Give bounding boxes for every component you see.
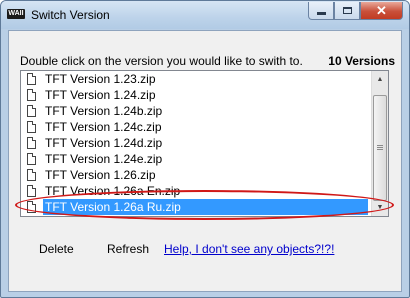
close-button[interactable]: ✕	[360, 2, 403, 20]
list-item-label: TFT Version 1.23.zip	[45, 72, 156, 86]
maximize-icon	[342, 7, 352, 14]
scroll-thumb[interactable]	[373, 95, 387, 201]
list-item-label: TFT Version 1.24.zip	[45, 88, 156, 102]
list-item-label: TFT Version 1.24d.zip	[45, 136, 163, 150]
dialog-body: Double click on the version you would li…	[8, 30, 402, 292]
list-item[interactable]: TFT Version 1.24b.zip	[22, 103, 371, 119]
file-icon	[27, 105, 36, 117]
file-icon	[27, 121, 36, 133]
title-bar[interactable]: WAII Switch Version ✕	[1, 1, 409, 29]
minimize-button[interactable]	[308, 2, 334, 20]
scroll-down-button[interactable]: ▼	[372, 199, 388, 216]
vertical-scrollbar[interactable]: ▲ ▼	[371, 71, 388, 216]
window-title: Switch Version	[31, 8, 110, 22]
list-item-label: TFT Version 1.24b.zip	[45, 104, 163, 118]
list-item[interactable]: TFT Version 1.23.zip	[22, 71, 371, 87]
file-icon	[27, 73, 36, 85]
maximize-button[interactable]	[334, 2, 360, 20]
app-icon: WAII	[7, 9, 25, 19]
help-link[interactable]: Help, I don't see any objects?!?!	[164, 242, 334, 256]
list-item[interactable]: TFT Version 1.26.zip	[22, 167, 371, 183]
file-icon	[27, 169, 36, 181]
list-item[interactable]: TFT Version 1.24e.zip	[22, 151, 371, 167]
instruction-text: Double click on the version you would li…	[20, 54, 303, 68]
list-item[interactable]: TFT Version 1.24.zip	[22, 87, 371, 103]
file-icon	[27, 185, 36, 197]
list-item-label: TFT Version 1.26.zip	[45, 168, 156, 182]
version-rows: TFT Version 1.23.zip TFT Version 1.24.zip…	[22, 71, 371, 215]
grip-line	[377, 147, 383, 148]
list-item-label: TFT Version 1.26a Ru.zip	[43, 199, 368, 215]
list-item[interactable]: TFT Version 1.24c.zip	[22, 119, 371, 135]
switch-version-window: WAII Switch Version ✕ Double click on th…	[0, 0, 410, 298]
app-icon-text: WAII	[8, 10, 24, 17]
list-item-label: TFT Version 1.26a En.zip	[45, 184, 181, 198]
caption-buttons: ✕	[308, 2, 403, 21]
file-icon	[27, 153, 36, 165]
file-icon	[27, 137, 36, 149]
list-item-label: TFT Version 1.24e.zip	[45, 152, 163, 166]
file-icon	[27, 201, 36, 213]
list-item[interactable]: TFT Version 1.26a Ru.zip	[22, 199, 371, 215]
close-icon: ✕	[376, 3, 387, 18]
scroll-up-button[interactable]: ▲	[372, 71, 388, 88]
minimize-icon	[316, 12, 326, 15]
version-list[interactable]: TFT Version 1.23.zip TFT Version 1.24.zip…	[20, 70, 389, 217]
version-count: 10 Versions	[328, 54, 395, 68]
grip-line	[377, 149, 383, 150]
file-icon	[27, 89, 36, 101]
list-item-label: TFT Version 1.24c.zip	[45, 120, 162, 134]
arrow-down-icon: ▼	[376, 204, 384, 211]
list-item[interactable]: TFT Version 1.26a En.zip	[22, 183, 371, 199]
arrow-up-icon: ▲	[376, 76, 384, 83]
list-item[interactable]: TFT Version 1.24d.zip	[22, 135, 371, 151]
refresh-button[interactable]: Refresh	[107, 242, 149, 256]
grip-line	[377, 145, 383, 146]
delete-button[interactable]: Delete	[39, 242, 74, 256]
